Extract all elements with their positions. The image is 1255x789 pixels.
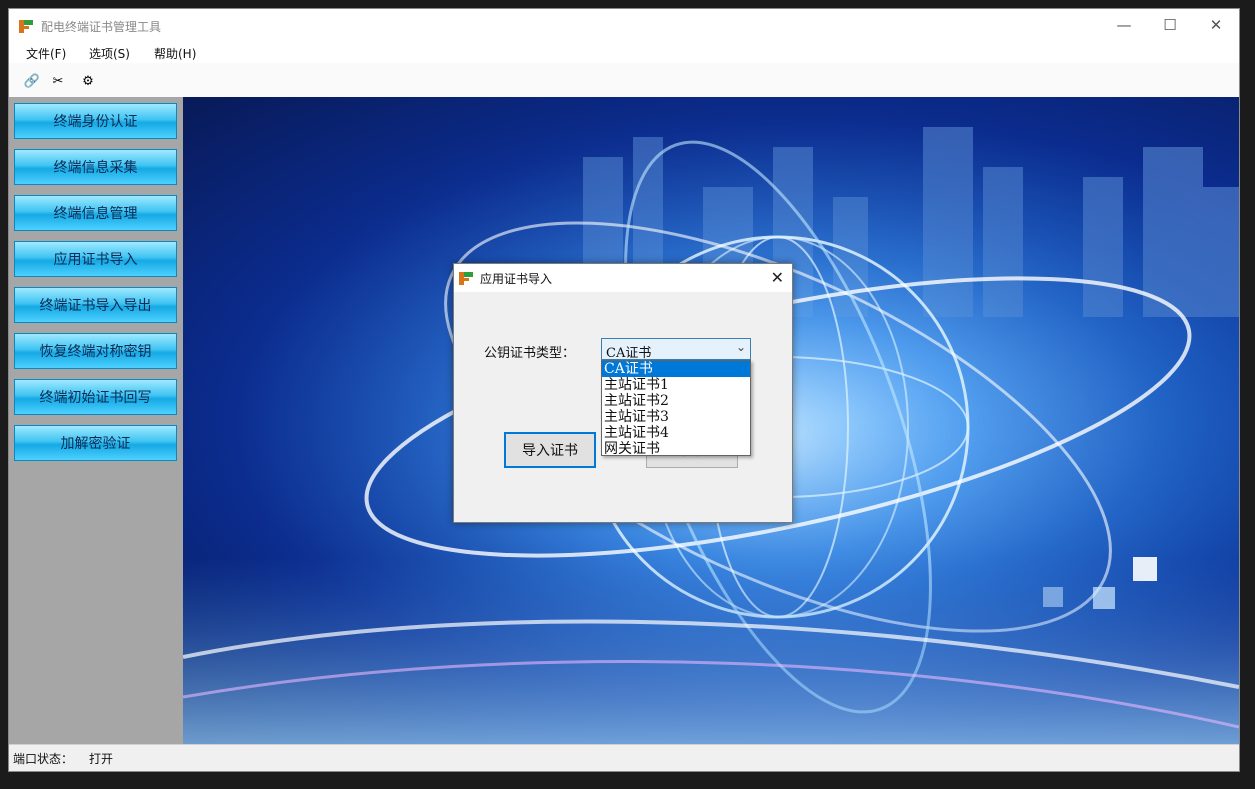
disconnect-icon[interactable]: ✂ (49, 72, 67, 90)
port-status-value: 打开 (89, 752, 114, 766)
dialog-title-bar: 应用证书导入 ✕ (454, 264, 792, 292)
import-cert-button[interactable]: 导入证书 (504, 432, 596, 468)
option-master-cert-1[interactable]: 主站证书1 (602, 377, 750, 393)
port-status-label: 端口状态： (13, 752, 74, 766)
maximize-button[interactable]: ☐ (1147, 9, 1193, 41)
app-logo-icon (19, 20, 33, 33)
option-ca-cert[interactable]: CA证书 (602, 361, 750, 377)
cert-type-selected-value: CA证书 (606, 346, 652, 361)
title-bar: 配电终端证书管理工具 — ☐ ✕ (9, 9, 1239, 43)
settings-icon[interactable]: ⚙ (79, 72, 97, 90)
toolbar: 🔗 ✂ ⚙ (9, 63, 1239, 98)
menu-bar: 文件(F) 选项(S) 帮助(H) (9, 43, 1239, 63)
minimize-button[interactable]: — (1101, 9, 1147, 41)
cert-type-label: 公钥证书类型： (484, 346, 576, 361)
chevron-down-icon[interactable]: ⌄ (736, 340, 746, 354)
option-master-cert-2[interactable]: 主站证书2 (602, 393, 750, 409)
close-button[interactable]: ✕ (1193, 9, 1239, 41)
option-master-cert-4[interactable]: 主站证书4 (602, 425, 750, 441)
app-cert-import-dialog: 应用证书导入 ✕ 公钥证书类型： 导入证书 取消 CA证书 ⌄ CA证书 主站证… (453, 263, 793, 523)
sidebar: 终端身份认证 终端信息采集 终端信息管理 应用证书导入 终端证书导入导出 恢复终… (9, 97, 183, 745)
sidebar-item-app-cert-import[interactable]: 应用证书导入 (14, 241, 177, 277)
menu-options[interactable]: 选项(S) (89, 45, 130, 62)
sidebar-item-cert-writeback[interactable]: 终端初始证书回写 (14, 379, 177, 415)
sidebar-item-terminal-auth[interactable]: 终端身份认证 (14, 103, 177, 139)
connect-icon[interactable]: 🔗 (23, 72, 41, 90)
sidebar-item-cert-import-export[interactable]: 终端证书导入导出 (14, 287, 177, 323)
sidebar-item-crypto-verify[interactable]: 加解密验证 (14, 425, 177, 461)
window-title: 配电终端证书管理工具 (41, 20, 162, 34)
sidebar-item-info-collect[interactable]: 终端信息采集 (14, 149, 177, 185)
option-master-cert-3[interactable]: 主站证书3 (602, 409, 750, 425)
dialog-title: 应用证书导入 (480, 272, 553, 286)
option-gateway-cert[interactable]: 网关证书 (602, 441, 750, 455)
sidebar-item-restore-key[interactable]: 恢复终端对称密钥 (14, 333, 177, 369)
menu-file[interactable]: 文件(F) (26, 45, 66, 62)
dialog-logo-icon (459, 272, 473, 285)
cert-type-dropdown-list: CA证书 主站证书1 主站证书2 主站证书3 主站证书4 网关证书 (601, 360, 751, 456)
cert-type-select[interactable]: CA证书 ⌄ (601, 338, 751, 361)
sidebar-item-info-manage[interactable]: 终端信息管理 (14, 195, 177, 231)
dialog-close-icon[interactable]: ✕ (771, 268, 784, 287)
status-bar: 端口状态： 打开 (9, 744, 1239, 771)
menu-help[interactable]: 帮助(H) (154, 45, 196, 62)
